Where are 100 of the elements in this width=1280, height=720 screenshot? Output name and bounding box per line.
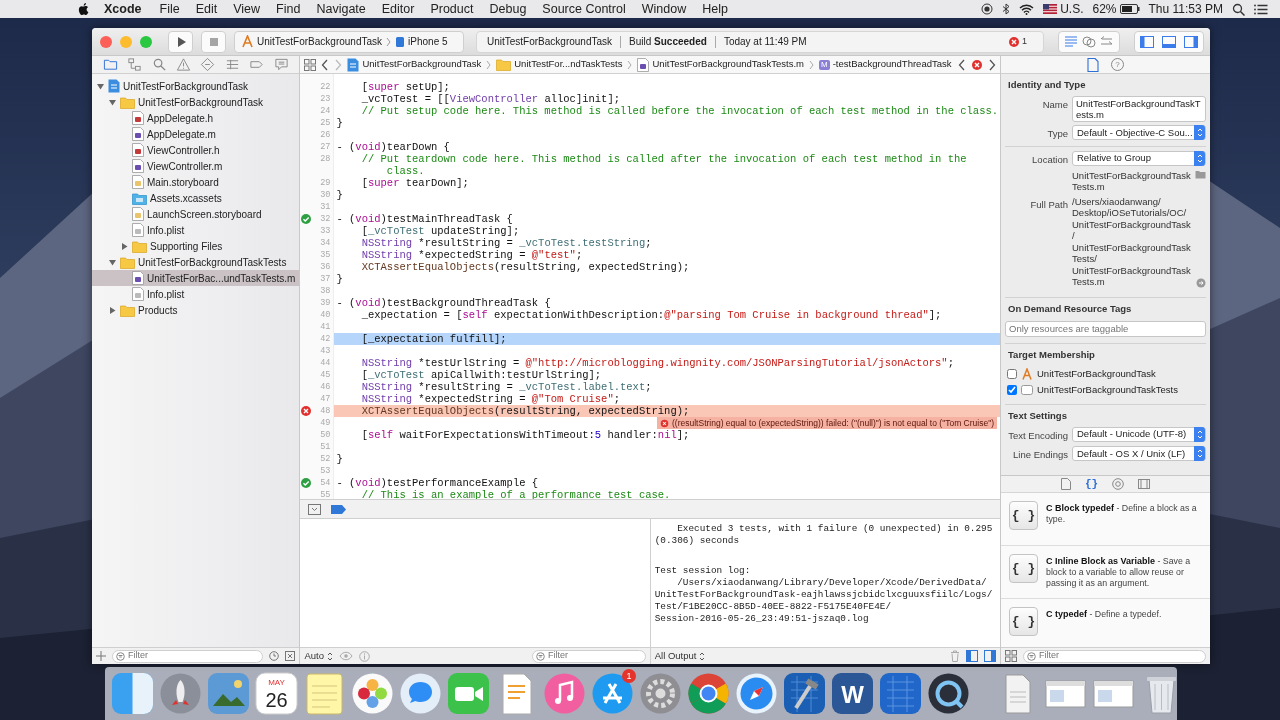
- hammer-icon[interactable]: [783, 672, 826, 716]
- menu-item[interactable]: Source Control: [534, 0, 634, 19]
- segmented-circle-icon[interactable]: [687, 672, 730, 716]
- hierarchy-icon[interactable]: [127, 57, 143, 72]
- hide-panel-icon[interactable]: [308, 503, 322, 515]
- app-menu[interactable]: Xcode: [90, 0, 152, 19]
- checkmark-icon[interactable]: [300, 477, 313, 489]
- play-circle-icon[interactable]: [927, 672, 970, 716]
- disclosure-triangle[interactable]: [108, 257, 117, 267]
- notepad-icon[interactable]: [303, 672, 346, 716]
- filter-field[interactable]: Filter: [112, 649, 264, 663]
- stop-button[interactable]: [201, 30, 226, 53]
- tree-item[interactable]: Info.plist: [92, 222, 300, 238]
- grid-icon[interactable]: [304, 58, 317, 71]
- tree-item[interactable]: Main.storyboard: [92, 174, 300, 190]
- rocket-icon[interactable]: [159, 672, 202, 716]
- filter-field[interactable]: Filter: [1023, 649, 1206, 663]
- menu-item[interactable]: View: [225, 0, 269, 19]
- split-tile-icon[interactable]: [111, 672, 154, 716]
- disclosure-triangle[interactable]: [108, 305, 117, 315]
- checkmark-icon[interactable]: [300, 213, 313, 225]
- scheme-button[interactable]: UnitTestForBackgroundTask: [241, 34, 383, 49]
- scheme-selector[interactable]: UnitTestForBackgroundTask iPhone 5: [234, 30, 464, 53]
- tree-item[interactable]: UnitTestForBackgroundTaskTests: [92, 254, 300, 270]
- list-icon[interactable]: [1254, 3, 1268, 15]
- close-button[interactable]: [100, 35, 112, 48]
- encoding-popup[interactable]: Default - Unicode (UTF-8): [1072, 427, 1206, 442]
- text-lines-icon[interactable]: [1063, 33, 1079, 50]
- breakpoint-icon[interactable]: [331, 504, 347, 514]
- filter-field[interactable]: Filter: [532, 649, 646, 663]
- right-panel-icon[interactable]: [984, 650, 996, 663]
- battery-icon[interactable]: [1119, 4, 1140, 14]
- zoom-button[interactable]: [140, 35, 152, 48]
- compass-icon[interactable]: [735, 672, 778, 716]
- bottom-panel-icon[interactable]: [1161, 33, 1177, 50]
- scope-popup[interactable]: Auto: [304, 648, 333, 664]
- search-icon[interactable]: [1232, 2, 1245, 16]
- blueprint-icon[interactable]: [879, 672, 922, 716]
- tree-item[interactable]: AppDelegate.m: [92, 126, 300, 142]
- letter-tile-icon[interactable]: W: [831, 672, 874, 716]
- tree-item[interactable]: LaunchScreen.storyboard: [92, 206, 300, 222]
- tree-item[interactable]: UnitTestForBac...undTaskTests.m: [92, 270, 300, 286]
- tree-item[interactable]: Supporting Files: [92, 238, 300, 254]
- breadcrumb[interactable]: M -testBackgroundThreadTask: [819, 57, 952, 72]
- library-tab[interactable]: {}: [1084, 478, 1099, 490]
- arrow-circle-icon[interactable]: [1196, 277, 1206, 288]
- line-endings-popup[interactable]: Default - OS X / Unix (LF): [1072, 446, 1206, 462]
- tree-item[interactable]: Products: [92, 302, 300, 318]
- tree-item[interactable]: Assets.xcassets: [92, 190, 300, 206]
- info-icon[interactable]: [359, 650, 370, 662]
- document-icon[interactable]: [1087, 57, 1099, 72]
- menu-item[interactable]: Find: [268, 0, 309, 19]
- menu-item[interactable]: File: [151, 0, 188, 19]
- type-popup[interactable]: Default - Objective-C Sou...: [1072, 125, 1206, 141]
- menu-item[interactable]: Window: [633, 0, 695, 19]
- close-box-icon[interactable]: [285, 651, 296, 662]
- calendar-icon[interactable]: MAY 26: [255, 672, 298, 716]
- back-icon[interactable]: [321, 58, 330, 71]
- film-icon[interactable]: [1138, 478, 1151, 490]
- clock[interactable]: Thu 11:53 PM: [1148, 0, 1223, 18]
- run-button[interactable]: [168, 30, 193, 53]
- tree-item[interactable]: ViewController.h: [92, 142, 300, 158]
- record-icon[interactable]: [981, 3, 994, 15]
- breadcrumb[interactable]: UnitTestFor...ndTaskTests: [496, 57, 623, 72]
- error-icon[interactable]: [300, 405, 313, 417]
- tree-item[interactable]: UnitTestForBackgroundTask: [92, 94, 300, 110]
- left-panel-icon[interactable]: [966, 650, 978, 663]
- speech-bubble-icon[interactable]: [399, 672, 442, 716]
- tree-item[interactable]: ViewController.m: [92, 158, 300, 174]
- disclosure-triangle[interactable]: [120, 241, 129, 251]
- output-popup[interactable]: All Output: [654, 648, 706, 664]
- input-source[interactable]: U.S.: [1060, 0, 1084, 18]
- folder-icon[interactable]: [102, 57, 118, 72]
- left-panel-icon[interactable]: [1139, 33, 1155, 50]
- flower-icon[interactable]: [351, 672, 394, 716]
- menu-item[interactable]: Editor: [373, 0, 423, 19]
- circle-icon[interactable]: [1112, 478, 1125, 490]
- tree-item[interactable]: AppDelegate.h: [92, 110, 300, 126]
- back-icon[interactable]: [958, 58, 966, 71]
- name-field[interactable]: UnitTestForBackgroundTaskTests.m: [1072, 96, 1206, 123]
- tree-item[interactable]: UnitTestForBackgroundTask: [92, 78, 300, 94]
- wifi-icon[interactable]: [1019, 3, 1035, 15]
- gear-icon[interactable]: [639, 672, 682, 716]
- issue-count[interactable]: 1: [1008, 34, 1027, 49]
- checkbox[interactable]: [1007, 368, 1017, 379]
- forward-icon[interactable]: [988, 58, 996, 71]
- grid-icon[interactable]: [1005, 650, 1017, 663]
- tree-item[interactable]: Info.plist: [92, 286, 300, 302]
- checkbox[interactable]: [1007, 384, 1017, 395]
- add-icon[interactable]: [96, 651, 106, 662]
- disclosure-triangle[interactable]: [108, 97, 117, 107]
- bluetooth-icon[interactable]: [1002, 3, 1011, 15]
- menu-item[interactable]: Edit: [187, 0, 226, 19]
- disclosure-triangle[interactable]: [96, 81, 105, 91]
- crossed-tools-icon[interactable]: [591, 672, 634, 716]
- menu-item[interactable]: Product: [422, 0, 482, 19]
- linked-circles-icon[interactable]: [1081, 33, 1097, 50]
- eye-icon[interactable]: [339, 651, 353, 662]
- document-icon[interactable]: [1060, 478, 1071, 490]
- menu-item[interactable]: Navigate: [308, 0, 374, 19]
